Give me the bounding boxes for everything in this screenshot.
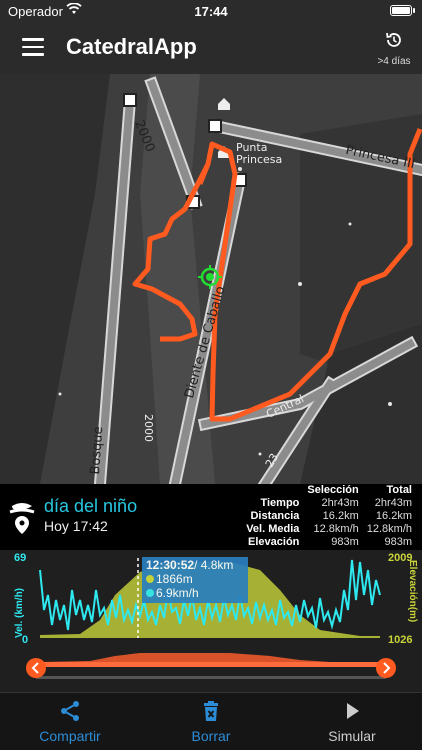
tooltip-distance: / 4.8km <box>194 558 234 572</box>
route-name: día del niño <box>44 496 138 516</box>
share-icon <box>61 701 79 721</box>
share-label: Compartir <box>39 728 101 744</box>
history-label: >4 días <box>377 56 411 67</box>
route-pin-icon <box>8 498 36 539</box>
chart-tooltip: 12:30:52/ 4.8km 1866m 6.9km/h <box>142 557 248 603</box>
bottom-toolbar: Compartir Borrar Simular <box>0 692 422 750</box>
chevron-left-icon <box>31 662 39 674</box>
delete-label: Borrar <box>191 728 231 744</box>
elevation-dot-icon <box>146 575 154 583</box>
clock: 17:44 <box>194 4 228 19</box>
tooltip-time: 12:30:52 <box>146 558 195 572</box>
map-label-punta-princesa: Punta Princesa <box>236 141 283 166</box>
speed-max-label: 69 <box>14 552 27 564</box>
app-title: CatedralApp <box>66 34 197 59</box>
slider-left-handle[interactable] <box>26 658 46 678</box>
tooltip-elevation: 1866m <box>156 572 193 586</box>
route-date: Hoy 17:42 <box>44 518 108 534</box>
speed-dot-icon <box>146 589 154 597</box>
map-canvas <box>0 74 422 484</box>
battery-tip <box>413 8 415 13</box>
share-button[interactable]: Compartir <box>20 699 120 744</box>
stats-row: Distancia 16.2km 16.2km <box>250 510 412 522</box>
hamburger-menu-icon[interactable] <box>22 38 44 56</box>
nav-bar: CatedralApp >4 días <box>0 22 422 74</box>
elevation-min-label: 1026 <box>388 634 413 646</box>
slider-bottom-track <box>36 676 386 679</box>
trash-icon <box>204 701 218 721</box>
simulate-label: Simular <box>328 728 376 744</box>
play-icon <box>347 703 359 719</box>
map-view[interactable]: 2000 Punta Princesa Princesa III Diente … <box>0 74 422 484</box>
stats-row: Tiempo 2hr43m 2hr43m <box>260 497 412 509</box>
status-bar: Operador 17:44 <box>0 0 422 22</box>
slider-right-handle[interactable] <box>376 658 396 678</box>
history-icon <box>386 32 401 47</box>
battery-icon <box>390 5 412 16</box>
stats-table: Selección Total Tiempo 2hr43m 2hr43m Distan… <box>238 484 412 549</box>
delete-button[interactable]: Borrar <box>161 699 261 744</box>
history-button[interactable]: >4 días <box>374 30 414 67</box>
stats-row: Vel. Media 12.8km/h 12.8km/h <box>246 523 412 535</box>
range-slider[interactable] <box>0 650 422 692</box>
elevation-axis-label: Elevación(m) <box>407 560 418 623</box>
slider-track <box>36 662 386 667</box>
stats-header-selection: Selección <box>307 484 359 496</box>
map-label-road-2000-low: 2000 <box>142 414 155 442</box>
chevron-right-icon <box>383 662 391 674</box>
simulate-button[interactable]: Simular <box>302 699 402 744</box>
route-info-panel: día del niño Hoy 17:42 Selección Total Ti… <box>0 484 422 550</box>
mini-elevation-profile <box>40 653 380 662</box>
speed-axis-label: Vel. (km/h) <box>14 587 25 638</box>
stats-header-total: Total <box>386 484 412 496</box>
tooltip-speed: 6.9km/h <box>156 586 199 600</box>
range-slider-canvas <box>36 653 386 679</box>
stats-row: Elevación 983m 983m <box>248 536 412 548</box>
